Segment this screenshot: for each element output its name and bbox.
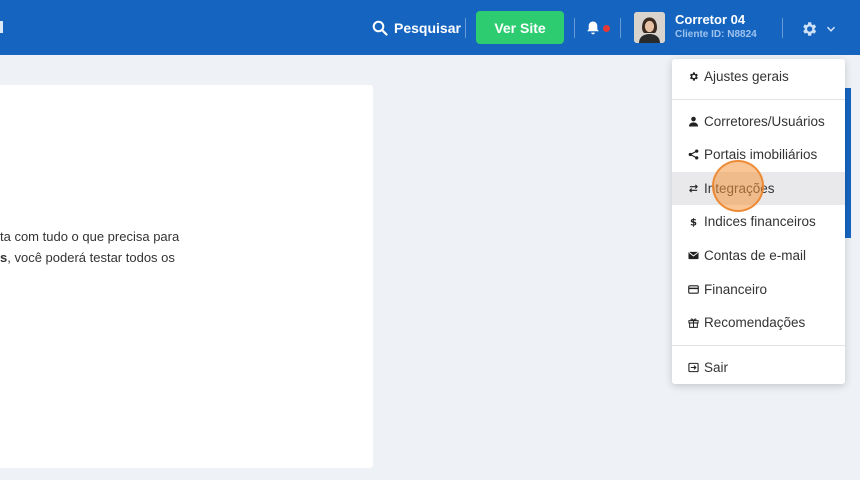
user-icon: [688, 116, 699, 127]
search-label: Pesquisar: [394, 20, 461, 36]
menu-item-label: Corretores/Usuários: [704, 114, 825, 129]
menu-item-ajustes-gerais[interactable]: Ajustes gerais: [672, 60, 845, 93]
share-icon: [688, 149, 699, 160]
menu-item-contas-de-email[interactable]: Contas de e-mail: [672, 239, 845, 272]
svg-text:$: $: [690, 218, 697, 227]
menu-item-portais-imobiliarios[interactable]: Portais imobiliários: [672, 138, 845, 171]
menu-item-label: Sair: [704, 360, 729, 375]
content-card: ta com tudo o que precisa para s, você p…: [0, 85, 373, 468]
menu-item-indices-financeiros[interactable]: $ Indices financeiros: [672, 205, 845, 238]
menu-item-recomendacoes[interactable]: Recomendações: [672, 306, 845, 339]
menu-item-label: Recomendações: [704, 315, 806, 330]
menu-divider: [672, 345, 845, 346]
menu-item-label: Indices financeiros: [704, 214, 816, 229]
search-icon: [372, 20, 388, 36]
menu-item-corretores-usuarios[interactable]: Corretores/Usuários: [672, 105, 845, 138]
card-text: ta com tudo o que precisa para s, você p…: [0, 226, 179, 268]
gear-icon: [689, 72, 698, 81]
dollar-icon: $: [690, 218, 697, 227]
divider: [782, 18, 783, 38]
navbar-edge-fragment: [0, 21, 3, 33]
credit-card-icon: [688, 285, 699, 294]
menu-divider: [672, 99, 845, 100]
divider: [620, 18, 621, 38]
menu-item-label: Ajustes gerais: [704, 69, 789, 84]
avatar[interactable]: [634, 12, 665, 43]
envelope-icon: [688, 251, 699, 260]
top-navbar: Pesquisar Ver Site Corretor 04 Cliente I…: [0, 0, 860, 55]
menu-item-label: Portais imobiliários: [704, 147, 818, 162]
gear-icon: [803, 22, 817, 36]
swap-arrows-icon: [689, 184, 698, 193]
search-button[interactable]: Pesquisar: [372, 17, 461, 39]
avatar-image: [634, 12, 665, 43]
divider: [465, 18, 466, 38]
menu-item-label: Contas de e-mail: [704, 248, 807, 263]
settings-menu-button[interactable]: [800, 18, 840, 40]
menu-item-label: Integrações: [704, 181, 775, 196]
sign-out-icon: [688, 362, 699, 373]
notification-badge: [603, 25, 610, 32]
card-text-line-2: s, você poderá testar todos os: [0, 247, 179, 268]
divider: [574, 18, 575, 38]
ver-site-button[interactable]: Ver Site: [476, 11, 564, 44]
card-text-line-2-rest: , você poderá testar todos os: [7, 250, 175, 265]
settings-dropdown-menu: Ajustes gerais Corretores/Usuários Porta…: [672, 59, 845, 384]
card-text-line-1: ta com tudo o que precisa para: [0, 229, 180, 244]
menu-item-sair[interactable]: Sair: [672, 351, 845, 384]
user-name: Corretor 04: [675, 12, 746, 27]
menu-item-financeiro[interactable]: Financeiro: [672, 273, 845, 306]
bell-icon[interactable]: [585, 20, 601, 36]
gift-icon: [688, 318, 699, 328]
client-id: Cliente ID: N8824: [675, 29, 757, 40]
menu-item-label: Financeiro: [704, 282, 768, 297]
menu-item-integracoes[interactable]: Integrações: [672, 172, 845, 205]
chevron-down-icon: [826, 26, 836, 32]
background-panel-edge: [845, 88, 851, 238]
